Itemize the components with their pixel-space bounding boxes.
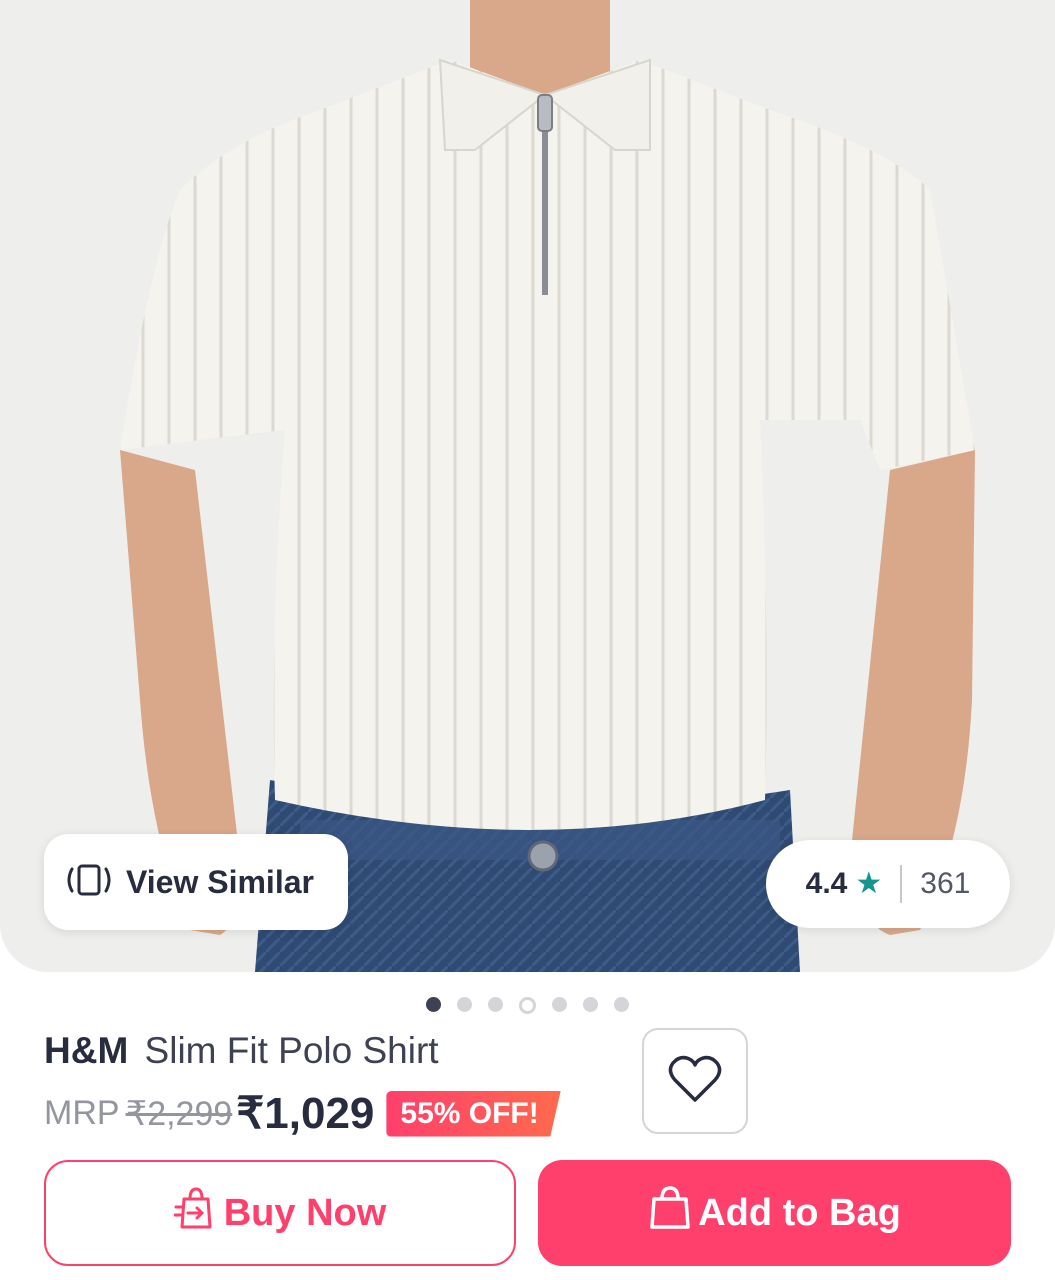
product-photo [120, 0, 975, 972]
carousel-dot[interactable] [519, 997, 536, 1014]
rating-divider [900, 865, 903, 903]
selling-price: ₹1,029 [236, 1089, 375, 1138]
carousel-dot[interactable] [488, 997, 503, 1012]
brand-name: H&M [44, 1030, 129, 1071]
carousel-dot[interactable] [614, 997, 629, 1012]
product-name: Slim Fit Polo Shirt [144, 1030, 439, 1071]
rating-count: 361 [920, 867, 971, 900]
carousel-dot[interactable] [426, 997, 441, 1012]
buy-now-label: Buy Now [223, 1191, 387, 1234]
rating-value: 4.4 [805, 867, 848, 900]
add-to-bag-button[interactable]: Add to Bag [538, 1160, 1011, 1266]
add-to-bag-label: Add to Bag [698, 1191, 901, 1234]
wishlist-button[interactable] [642, 1028, 748, 1134]
buy-now-button[interactable]: Buy Now [44, 1160, 516, 1266]
view-similar-icon [62, 863, 116, 902]
carousel-dot[interactable] [583, 997, 598, 1012]
rating-badge[interactable]: 4.4 ★ 361 [766, 840, 1010, 928]
quick-buy-bag-icon [173, 1185, 224, 1241]
product-image-carousel[interactable]: View Similar 4.4 ★ 361 [0, 0, 1055, 972]
price-row: MRP ₹2,299 ₹1,029 55% OFF! [44, 1088, 561, 1139]
discount-badge: 55% OFF! [386, 1090, 561, 1137]
carousel-dot[interactable] [552, 997, 567, 1012]
product-title: H&M Slim Fit Polo Shirt [44, 1030, 439, 1072]
carousel-dot[interactable] [457, 997, 472, 1012]
view-similar-label: View Similar [126, 863, 314, 900]
heart-icon [667, 1054, 723, 1109]
view-similar-button[interactable]: View Similar [44, 834, 348, 930]
star-icon: ★ [855, 867, 883, 900]
mrp-label: MRP [44, 1094, 120, 1132]
mrp-value: ₹2,299 [125, 1094, 233, 1133]
shopping-bag-icon [648, 1185, 698, 1241]
carousel-indicators [0, 997, 1055, 1014]
